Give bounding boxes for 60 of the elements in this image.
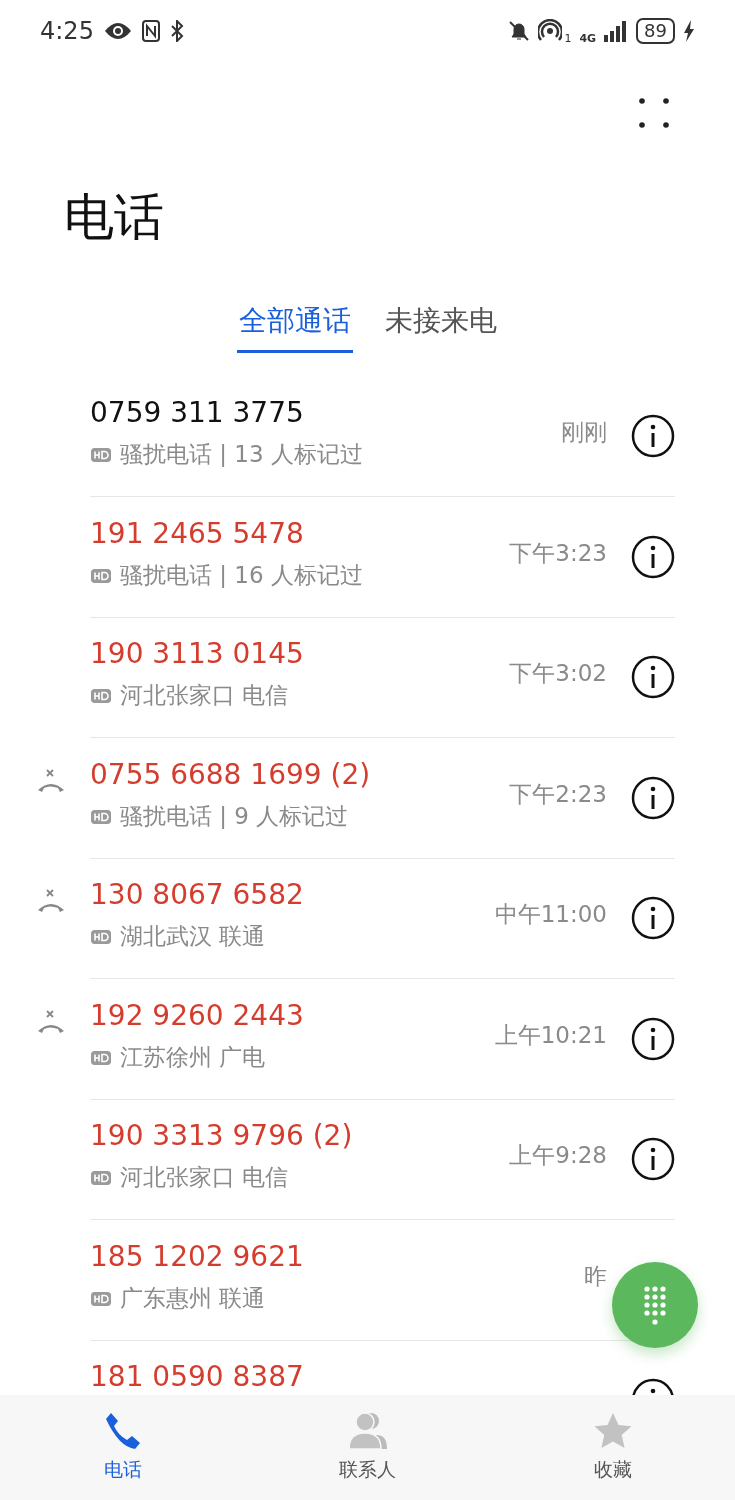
info-icon[interactable] [631,534,675,579]
clock: 4:25 [40,17,94,45]
page-title: 电话 [64,187,164,248]
network-type: 4G [579,31,597,45]
call-detail: 广东惠州 联通 [120,1283,266,1313]
hd-icon [91,448,111,462]
hd-icon [91,1291,111,1306]
battery-level: 89 [636,18,675,44]
nav-tab[interactable]: 收藏 [490,1395,735,1500]
hd-icon [91,930,111,944]
call-detail: 骚扰电话 | 16 人标记过 [120,560,363,590]
hotspot-icon [538,19,563,43]
muted-bell-icon [508,20,531,42]
call-time: 下午3:02 [509,659,607,688]
info-icon[interactable] [631,1137,675,1181]
phone-number: 191 2465 5478 [90,515,304,552]
call-time: 上午9:28 [509,1141,607,1170]
hd-icon [91,1050,111,1065]
nfc-icon [141,20,160,42]
phone-number: 192 9260 2443 [90,997,304,1034]
phone-number: 181 0590 8387 [90,1359,304,1395]
info-icon[interactable] [631,1016,675,1061]
call-detail: 湖北武汉 联通 [120,922,266,951]
call-detail: 江苏徐州 广电 [120,1042,266,1072]
nav-tab[interactable]: 联系人 [245,1395,490,1500]
call-time: 刚刚 [561,418,607,447]
phone-number: 185 1202 9621 [90,1238,304,1275]
contacts-icon [346,1411,389,1451]
call-time: 上午10:21 [494,1020,607,1050]
call-time: 下午3:23 [509,538,607,568]
info-icon[interactable] [631,775,675,820]
eye-icon [103,21,132,41]
call-time: 中午11:00 [494,900,607,929]
hd-icon [91,568,111,583]
phone-number: 190 3313 9796 (2) [90,1118,353,1154]
info-icon[interactable] [631,414,675,458]
dialpad-icon [641,1284,669,1326]
call-detail: 河北张家口 电信 [120,1163,289,1192]
call-time: 昨 [584,1261,607,1291]
phone-number: 190 3113 0145 [90,636,304,672]
info-icon[interactable] [631,896,675,940]
menu-icon[interactable] [639,98,669,128]
sim-number: 1 [564,31,572,45]
call-detail: 河北张家口 电信 [120,681,289,710]
phone-number: 130 8067 6582 [90,877,304,913]
hd-icon [91,689,111,703]
signal-icon [604,20,629,42]
hd-icon [91,1171,111,1185]
tab[interactable]: 未接来电 [382,296,499,353]
call-detail: 骚扰电话 | 13 人标记过 [120,440,363,469]
charging-icon [683,20,695,42]
info-icon[interactable] [631,655,675,699]
tab[interactable]: 全部通话 [236,296,353,353]
hd-icon [91,809,111,824]
phone-number: 0759 311 3775 [90,395,304,431]
call-time: 下午2:23 [509,779,607,809]
call-detail: 骚扰电话 | 9 人标记过 [120,801,349,831]
phone-number: 0755 6688 1699 (2) [90,756,371,793]
bluetooth-icon [169,20,184,42]
nav-tab[interactable]: 电话 [0,1395,245,1500]
